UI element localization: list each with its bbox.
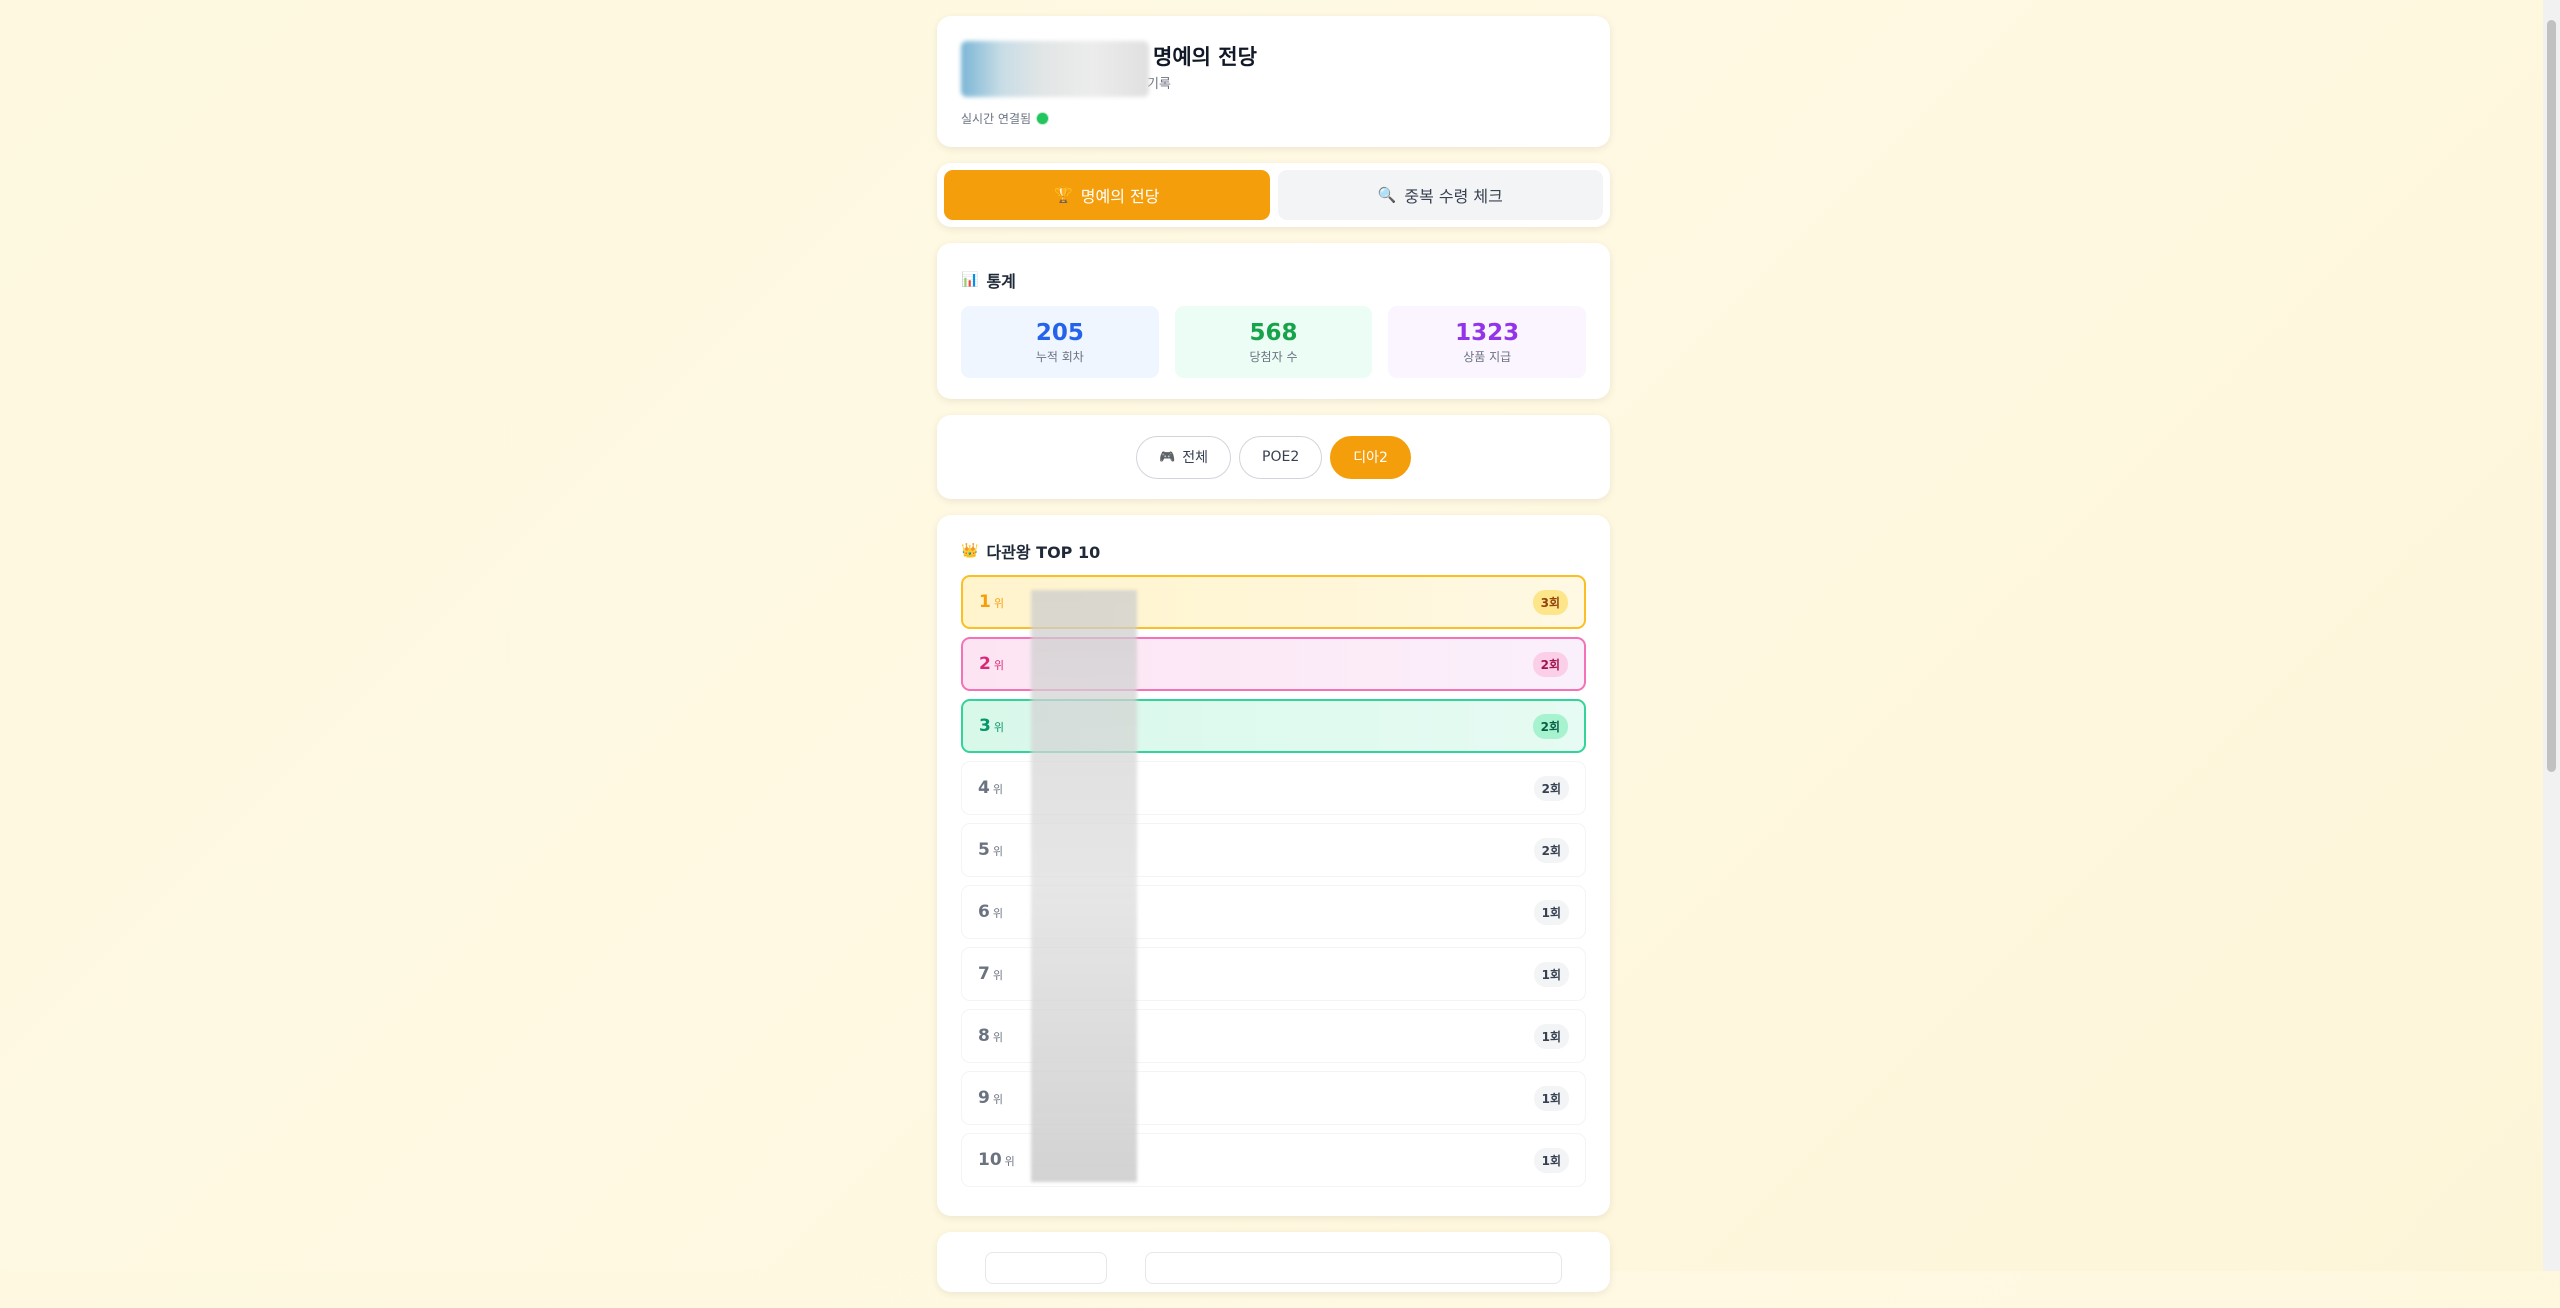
rank-number: 9 bbox=[978, 1088, 990, 1108]
rank-unit: 위 bbox=[993, 659, 1004, 672]
ranking-row[interactable]: 8위 1회 bbox=[961, 1009, 1586, 1063]
next-section-control[interactable] bbox=[985, 1252, 1107, 1284]
filter-all-label: 전체 bbox=[1182, 450, 1209, 466]
win-count-badge: 1회 bbox=[1533, 1147, 1569, 1173]
stats-heading: 📊 통계 bbox=[961, 268, 1586, 292]
page-container: 명예의 전당 기록 실시간 연결됨 🏆 명예의 전당 🔍 중복 수령 체크 📊 … bbox=[937, 16, 1610, 1308]
ranking-row[interactable]: 10 위 1회 bbox=[961, 1133, 1586, 1187]
tab-duplicate-check[interactable]: 🔍 중복 수령 체크 bbox=[1277, 170, 1603, 220]
ranking-row[interactable]: 5위 2회 bbox=[961, 823, 1586, 877]
stat-total-rounds-value: 205 bbox=[1035, 319, 1084, 346]
ranking-row[interactable]: 9위 1회 bbox=[961, 1071, 1586, 1125]
win-count-badge: 1회 bbox=[1533, 899, 1569, 925]
rank-position: 6위 bbox=[978, 902, 1034, 922]
rank-number: 7 bbox=[978, 964, 990, 984]
site-logo-image bbox=[961, 41, 1149, 97]
header-texts: 명예의 전당 기록 bbox=[1147, 45, 1257, 92]
tab-duplicate-check-label: 중복 수령 체크 bbox=[1404, 187, 1503, 206]
win-count-badge: 1회 bbox=[1533, 1085, 1569, 1111]
live-status-label: 실시간 연결됨 bbox=[961, 112, 1032, 126]
rank-number: 8 bbox=[978, 1026, 990, 1046]
stat-total-rounds: 205 누적 회차 bbox=[961, 306, 1159, 378]
rank-position: 3위 bbox=[979, 716, 1035, 736]
ranking-list: 1위 3회 2위 2회 3위 2회 4위 2회 5위 2회 6위 1회 7 위 … bbox=[961, 575, 1586, 1187]
stats-title: 통계 bbox=[986, 272, 1016, 291]
rank-unit: 위 bbox=[992, 907, 1003, 920]
rank-position: 10 위 bbox=[978, 1150, 1034, 1170]
main-tabs: 🏆 명예의 전당 🔍 중복 수령 체크 bbox=[937, 163, 1610, 227]
ranking-title: 다관왕 TOP 10 bbox=[986, 543, 1101, 562]
rank-unit: 위 bbox=[992, 969, 1003, 982]
rank-unit: 위 bbox=[993, 597, 1004, 610]
rank-unit: 위 bbox=[992, 1031, 1003, 1044]
ranking-card: 👑 다관왕 TOP 10 1위 3회 2위 2회 3위 2회 4위 2회 5위 bbox=[937, 515, 1610, 1216]
ranking-row[interactable]: 2위 2회 bbox=[961, 637, 1586, 691]
win-count-badge: 2회 bbox=[1532, 713, 1568, 739]
ranking-row[interactable]: 1위 3회 bbox=[961, 575, 1586, 629]
rank-unit: 위 bbox=[992, 845, 1003, 858]
header-card: 명예의 전당 기록 실시간 연결됨 bbox=[937, 16, 1610, 147]
rank-number: 5 bbox=[978, 840, 990, 860]
rank-position: 2위 bbox=[979, 654, 1035, 674]
live-dot-icon bbox=[1037, 113, 1049, 124]
crown-icon: 👑 bbox=[961, 543, 979, 559]
rank-number: 1 bbox=[979, 592, 991, 612]
stats-row: 205 누적 회차 568 당첨자 수 1323 상품 지급 bbox=[961, 306, 1587, 378]
ranking-row[interactable]: 7위 1회 bbox=[961, 947, 1586, 1001]
rank-position: 9위 bbox=[978, 1088, 1034, 1108]
stat-winners-value: 568 bbox=[1249, 319, 1298, 346]
live-status: 실시간 연결됨 bbox=[961, 110, 1586, 127]
rank-number: 4 bbox=[978, 778, 990, 798]
filter-poe2-label: POE2 bbox=[1262, 449, 1300, 465]
page-scrollbar[interactable] bbox=[2543, 0, 2560, 1271]
stat-prizes-value: 1323 bbox=[1455, 319, 1520, 346]
win-count-badge: 1회 bbox=[1533, 1023, 1569, 1049]
stat-total-rounds-label: 누적 회차 bbox=[1035, 349, 1084, 364]
tab-hall-of-fame-label: 명예의 전당 bbox=[1080, 187, 1160, 206]
search-icon: 🔍 bbox=[1377, 186, 1397, 204]
trophy-icon: 🏆 bbox=[1054, 186, 1073, 204]
ranking-row[interactable]: 4위 2회 bbox=[961, 761, 1586, 815]
win-count-badge: 2회 bbox=[1532, 651, 1568, 677]
rank-position: 1위 bbox=[979, 592, 1035, 612]
rank-unit: 위 bbox=[1004, 1155, 1015, 1168]
rank-position: 8위 bbox=[978, 1026, 1034, 1046]
ranking-row[interactable]: 6위 1회 bbox=[961, 885, 1586, 939]
rank-number: 6 bbox=[978, 902, 990, 922]
scrollbar-thumb[interactable] bbox=[2547, 20, 2556, 772]
ranking-heading: 👑 다관왕 TOP 10 bbox=[961, 539, 1586, 563]
win-count-badge: 3회 bbox=[1532, 589, 1568, 615]
bar-chart-icon: 📊 bbox=[961, 272, 979, 288]
stat-winners-label: 당첨자 수 bbox=[1249, 349, 1298, 364]
stat-prizes-label: 상품 지급 bbox=[1463, 349, 1512, 364]
filter-all-button[interactable]: 🎮 전체 bbox=[1136, 435, 1232, 479]
rank-position: 5위 bbox=[978, 840, 1034, 860]
game-filter: 🎮 전체 POE2 디아2 bbox=[937, 415, 1610, 499]
stats-card: 📊 통계 205 누적 회차 568 당첨자 수 1323 상품 지급 bbox=[937, 243, 1610, 399]
rank-unit: 위 bbox=[993, 721, 1004, 734]
stat-winners: 568 당첨자 수 bbox=[1174, 306, 1373, 378]
header-row: 명예의 전당 기록 bbox=[961, 41, 1586, 97]
tab-hall-of-fame[interactable]: 🏆 명예의 전당 bbox=[944, 170, 1270, 220]
next-section-input[interactable] bbox=[1145, 1252, 1562, 1284]
rank-number: 3 bbox=[979, 716, 991, 736]
win-count-badge: 2회 bbox=[1533, 775, 1569, 801]
rank-unit: 위 bbox=[992, 1093, 1003, 1106]
stat-prizes: 1323 상품 지급 bbox=[1388, 306, 1587, 378]
rank-unit: 위 bbox=[992, 783, 1003, 796]
rank-number: 2 bbox=[979, 654, 991, 674]
page-title: 명예의 전당 bbox=[1153, 44, 1257, 69]
filter-poe2-button[interactable]: POE2 bbox=[1239, 435, 1323, 479]
rank-position: 4위 bbox=[978, 778, 1034, 798]
rank-position: 7위 bbox=[978, 964, 1034, 984]
win-count-badge: 2회 bbox=[1533, 837, 1569, 863]
ranking-row[interactable]: 3위 2회 bbox=[961, 699, 1586, 753]
win-count-badge: 1회 bbox=[1533, 961, 1569, 987]
filter-diablo2-label: 디아2 bbox=[1353, 450, 1388, 466]
page-subtitle: 기록 bbox=[1147, 76, 1171, 92]
filter-diablo2-button[interactable]: 디아2 bbox=[1330, 435, 1411, 479]
rank-number: 10 bbox=[978, 1150, 1002, 1170]
next-section-card bbox=[937, 1232, 1610, 1292]
gamepad-icon: 🎮 bbox=[1159, 449, 1176, 465]
